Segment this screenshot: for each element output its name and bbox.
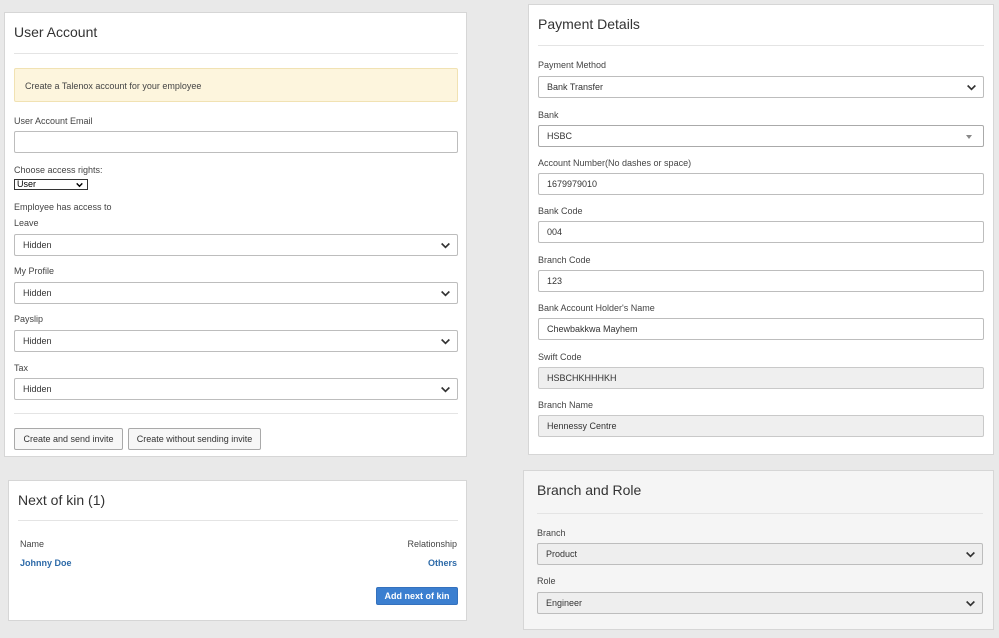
next-of-kin-divider <box>18 520 458 521</box>
payslip-label: Payslip <box>14 314 44 324</box>
create-and-send-invite-button[interactable]: Create and send invite <box>14 428 123 450</box>
kin-name-link[interactable]: Johnny Doe <box>20 558 72 568</box>
branch-role-divider <box>537 513 983 514</box>
branch-name-label: Branch Name <box>538 400 594 410</box>
branch-name-field <box>538 415 984 437</box>
my-profile-select[interactable]: Hidden <box>14 282 458 304</box>
actions-divider <box>14 413 458 414</box>
chevron-down-icon <box>441 338 450 345</box>
bank-code-label: Bank Code <box>538 206 583 216</box>
info-notice: Create a Talenox account for your employ… <box>14 68 458 102</box>
access-heading: Employee has access to <box>14 202 112 212</box>
bank-select[interactable]: HSBC <box>538 125 984 147</box>
user-account-divider <box>14 53 458 54</box>
chevron-down-icon <box>76 182 83 188</box>
chevron-down-icon <box>441 242 450 249</box>
tax-select[interactable]: Hidden <box>14 378 458 400</box>
chevron-down-icon <box>441 386 450 393</box>
email-label: User Account Email <box>14 116 93 126</box>
create-without-sending-invite-button[interactable]: Create without sending invite <box>128 428 261 450</box>
swift-code-label: Swift Code <box>538 352 582 362</box>
role-label: Role <box>537 576 556 586</box>
access-rights-select[interactable]: User <box>14 179 88 190</box>
leave-select[interactable]: Hidden <box>14 234 458 256</box>
leave-value: Hidden <box>23 240 52 250</box>
kin-name-header: Name <box>20 539 45 549</box>
account-number-field[interactable] <box>538 173 984 195</box>
kin-relationship-header: Relationship <box>407 539 457 549</box>
branch-code-field[interactable] <box>538 270 984 292</box>
swift-code-field <box>538 367 984 389</box>
holder-name-field[interactable] <box>538 318 984 340</box>
holder-name-label: Bank Account Holder's Name <box>538 303 655 313</box>
payment-details-panel: Payment Details Payment Method Bank Tran… <box>528 4 994 455</box>
branch-role-title: Branch and Role <box>537 482 642 498</box>
payment-method-select[interactable]: Bank Transfer <box>538 76 984 98</box>
caret-down-icon <box>966 135 972 139</box>
tax-value: Hidden <box>23 384 52 394</box>
bank-value: HSBC <box>547 131 573 141</box>
access-rights-label: Choose access rights: <box>14 165 103 175</box>
next-of-kin-panel: Next of kin (1) Name Relationship Johnny… <box>8 480 467 621</box>
my-profile-value: Hidden <box>23 288 52 298</box>
account-number-label: Account Number(No dashes or space) <box>538 158 692 168</box>
payment-method-label: Payment Method <box>538 60 607 70</box>
chevron-down-icon <box>967 84 976 91</box>
add-next-of-kin-button[interactable]: Add next of kin <box>376 587 458 605</box>
tax-label: Tax <box>14 363 29 373</box>
payment-details-divider <box>538 45 984 46</box>
payslip-select[interactable]: Hidden <box>14 330 458 352</box>
info-notice-text: Create a Talenox account for your employ… <box>25 81 202 91</box>
chevron-down-icon <box>441 290 450 297</box>
payslip-value: Hidden <box>23 336 52 346</box>
email-field[interactable] <box>14 131 458 153</box>
chevron-down-icon <box>966 600 975 607</box>
user-account-title: User Account <box>14 24 98 40</box>
user-account-panel: User Account Create a Talenox account fo… <box>4 12 467 457</box>
bank-label: Bank <box>538 110 559 120</box>
branch-label: Branch <box>537 528 566 538</box>
branch-select[interactable]: Product <box>537 543 983 565</box>
role-select[interactable]: Engineer <box>537 592 983 614</box>
role-value: Engineer <box>546 598 583 608</box>
my-profile-label: My Profile <box>14 266 55 276</box>
chevron-down-icon <box>966 551 975 558</box>
access-rights-value: User <box>17 179 37 189</box>
branch-code-label: Branch Code <box>538 255 591 265</box>
branch-role-panel: Branch and Role Branch Product Role Engi… <box>523 470 994 630</box>
kin-relationship-value: Others <box>427 558 457 568</box>
payment-method-value: Bank Transfer <box>547 82 604 92</box>
bank-code-field[interactable] <box>538 221 984 243</box>
next-of-kin-title: Next of kin (1) <box>18 492 106 508</box>
payment-details-title: Payment Details <box>538 16 640 32</box>
leave-label: Leave <box>14 218 39 228</box>
branch-value: Product <box>546 549 578 559</box>
